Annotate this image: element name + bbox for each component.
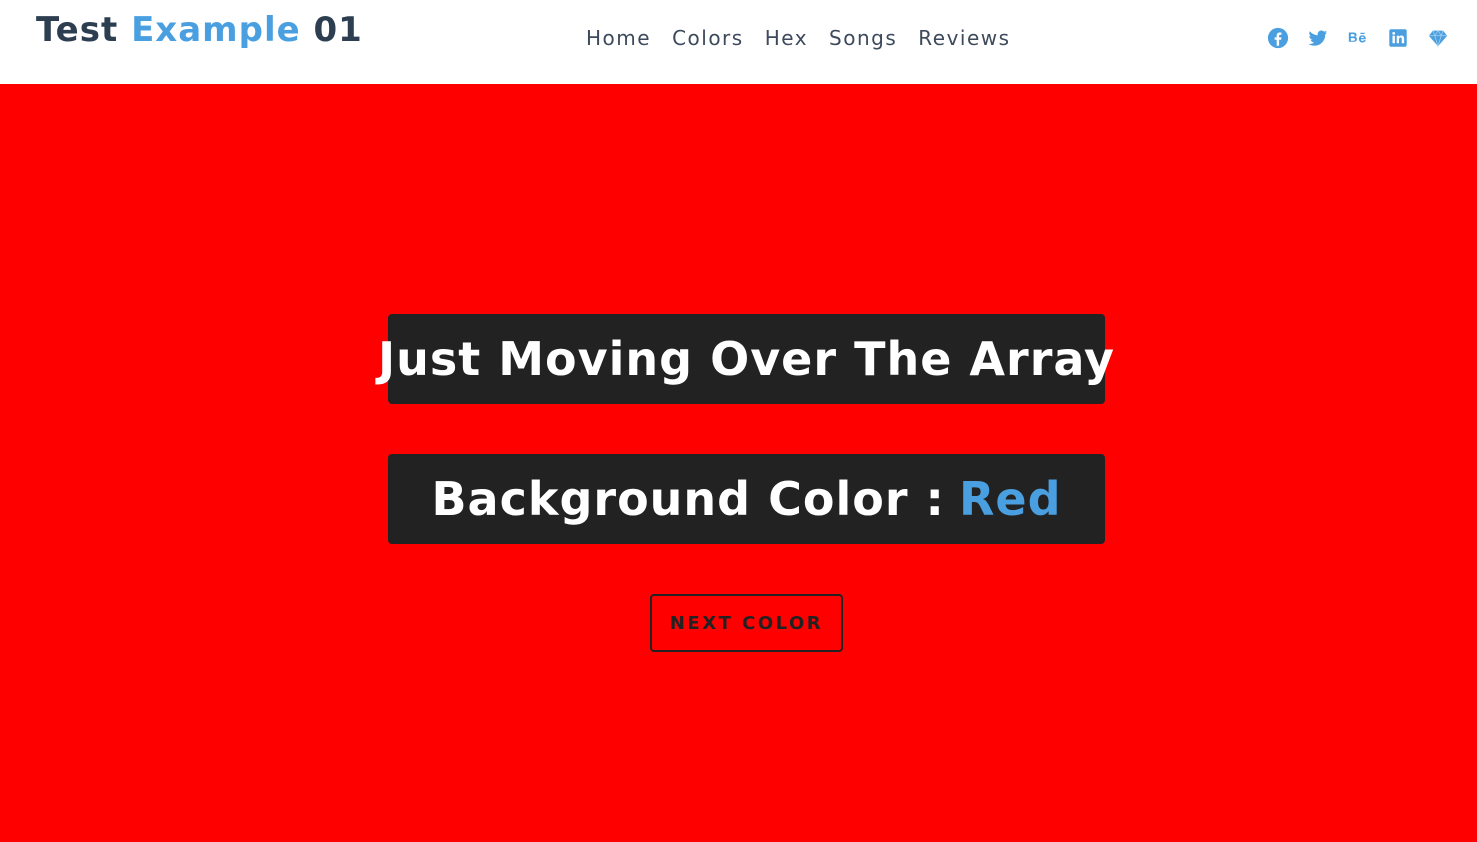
facebook-icon[interactable]: [1267, 27, 1289, 49]
main-nav: Home Colors Hex Songs Reviews: [586, 26, 1011, 50]
next-color-button[interactable]: NEXT COLOR: [650, 594, 843, 652]
nav-link-home[interactable]: Home: [586, 26, 651, 50]
brand-logo[interactable]: Test Example 01: [36, 10, 363, 50]
background-color-panel: Background Color : Red: [388, 454, 1105, 544]
brand-text-part3: 01: [313, 10, 363, 50]
nav-link-hex[interactable]: Hex: [765, 26, 808, 50]
twitter-icon[interactable]: [1307, 27, 1329, 49]
background-color-value: Red: [958, 472, 1062, 526]
social-links: [1267, 27, 1449, 49]
hero-section: Just Moving Over The Array Background Co…: [0, 84, 1477, 842]
heading-panel: Just Moving Over The Array: [378, 314, 1114, 404]
gem-icon[interactable]: [1427, 27, 1449, 49]
brand-text-part2: Example: [131, 10, 301, 50]
nav-link-colors[interactable]: Colors: [672, 26, 744, 50]
linkedin-icon[interactable]: [1387, 27, 1409, 49]
brand-text-part1: Test: [36, 10, 119, 50]
background-color-label: Background Color :: [431, 472, 945, 526]
behance-icon[interactable]: [1347, 27, 1369, 49]
nav-link-songs[interactable]: Songs: [829, 26, 897, 50]
navbar: Test Example 01 Home Colors Hex Songs Re…: [0, 0, 1477, 84]
nav-link-reviews[interactable]: Reviews: [918, 26, 1010, 50]
hero-heading: Just Moving Over The Array: [378, 332, 1115, 386]
